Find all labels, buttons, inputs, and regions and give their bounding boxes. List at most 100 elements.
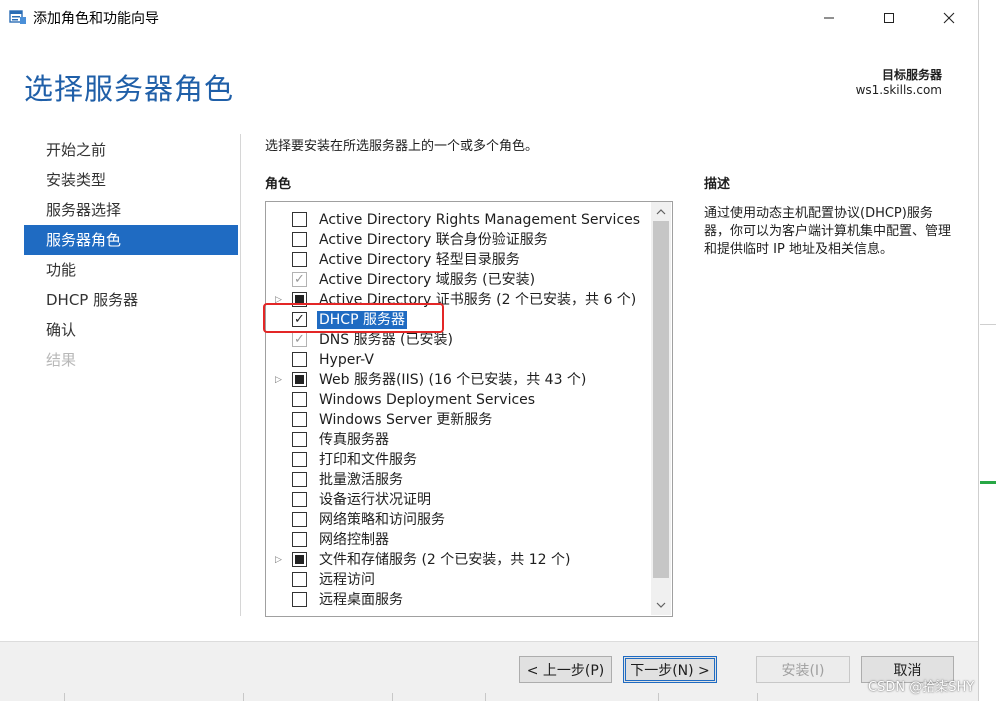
role-row[interactable]: Active Directory 联合身份验证服务 bbox=[266, 230, 650, 250]
role-checkbox[interactable] bbox=[292, 552, 307, 567]
minimize-button[interactable] bbox=[806, 0, 852, 36]
previous-button[interactable]: < 上一步(P) bbox=[519, 656, 612, 683]
background-strip bbox=[979, 0, 996, 701]
checkmark-icon: ✓ bbox=[294, 332, 305, 347]
role-checkbox[interactable]: ✓ bbox=[292, 332, 307, 347]
edge-tick bbox=[64, 693, 65, 701]
next-button[interactable]: 下一步(N) > bbox=[623, 656, 717, 683]
maximize-button[interactable] bbox=[866, 0, 912, 36]
role-row[interactable]: 远程访问 bbox=[266, 570, 650, 590]
role-row[interactable]: Windows Deployment Services bbox=[266, 390, 650, 410]
edge-tick bbox=[658, 693, 659, 701]
role-checkbox[interactable] bbox=[292, 452, 307, 467]
role-label[interactable]: 文件和存储服务 (2 个已安装，共 12 个) bbox=[319, 551, 570, 569]
window-title: 添加角色和功能向导 bbox=[33, 11, 159, 27]
scroll-down-button[interactable] bbox=[651, 597, 671, 613]
role-label[interactable]: 远程桌面服务 bbox=[319, 591, 403, 609]
minimize-icon bbox=[824, 17, 834, 19]
role-row[interactable]: 批量激活服务 bbox=[266, 470, 650, 490]
role-checkbox[interactable] bbox=[292, 512, 307, 527]
role-label[interactable]: 设备运行状况证明 bbox=[319, 491, 431, 509]
role-label[interactable]: Active Directory 联合身份验证服务 bbox=[319, 231, 548, 249]
nav-item-5[interactable]: 功能 bbox=[24, 255, 238, 285]
partial-check-icon bbox=[295, 375, 304, 384]
roles-header: 角色 bbox=[265, 177, 292, 192]
role-checkbox[interactable] bbox=[292, 392, 307, 407]
role-label[interactable]: 打印和文件服务 bbox=[319, 451, 417, 469]
maximize-icon bbox=[884, 13, 894, 23]
background-line bbox=[980, 324, 996, 325]
role-label[interactable]: Windows Server 更新服务 bbox=[319, 411, 492, 429]
role-label[interactable]: 远程访问 bbox=[319, 571, 375, 589]
target-server-name: ws1.skills.com bbox=[855, 83, 942, 97]
role-row[interactable]: Windows Server 更新服务 bbox=[266, 410, 650, 430]
chevron-up-icon bbox=[656, 209, 666, 215]
role-label[interactable]: Active Directory 轻型目录服务 bbox=[319, 251, 520, 269]
nav-item-1[interactable]: 开始之前 bbox=[24, 135, 238, 165]
scroll-up-button[interactable] bbox=[651, 204, 671, 220]
nav-item-4[interactable]: 服务器角色 bbox=[24, 225, 238, 255]
nav-item-6[interactable]: DHCP 服务器 bbox=[24, 285, 238, 315]
role-checkbox[interactable]: ✓ bbox=[292, 272, 307, 287]
role-label[interactable]: 网络控制器 bbox=[319, 531, 389, 549]
role-row[interactable]: ✓ DNS 服务器 (已安装) bbox=[266, 330, 650, 350]
edge-tick bbox=[485, 693, 486, 701]
role-checkbox[interactable] bbox=[292, 352, 307, 367]
chevron-down-icon bbox=[656, 602, 666, 608]
role-checkbox[interactable] bbox=[292, 472, 307, 487]
role-row[interactable]: Active Directory Rights Management Servi… bbox=[266, 210, 650, 230]
role-label[interactable]: DNS 服务器 (已安装) bbox=[319, 331, 453, 349]
role-row[interactable]: Active Directory 轻型目录服务 bbox=[266, 250, 650, 270]
expand-arrow-icon[interactable]: ▷ bbox=[275, 554, 285, 566]
role-row[interactable]: ✓ Active Directory 域服务 (已安装) bbox=[266, 270, 650, 290]
role-checkbox[interactable] bbox=[292, 572, 307, 587]
description-text: 通过使用动态主机配置协议(DHCP)服务器，你可以为客户端计算机集中配置、管理和… bbox=[704, 206, 952, 257]
nav-item-7[interactable]: 确认 bbox=[24, 315, 238, 345]
edge-tick bbox=[243, 693, 244, 701]
role-checkbox[interactable] bbox=[292, 432, 307, 447]
role-label[interactable]: 网络策略和访问服务 bbox=[319, 511, 445, 529]
role-row[interactable]: 传真服务器 bbox=[266, 430, 650, 450]
checkmark-icon: ✓ bbox=[294, 272, 305, 287]
role-row[interactable]: 网络策略和访问服务 bbox=[266, 510, 650, 530]
role-checkbox[interactable] bbox=[292, 212, 307, 227]
close-button[interactable] bbox=[926, 0, 972, 36]
edge-tick bbox=[757, 693, 758, 701]
wizard-app-icon bbox=[9, 9, 27, 25]
role-label[interactable]: Hyper-V bbox=[319, 351, 374, 369]
role-row[interactable]: 远程桌面服务 bbox=[266, 590, 650, 610]
role-row[interactable]: 设备运行状况证明 bbox=[266, 490, 650, 510]
role-checkbox[interactable] bbox=[292, 412, 307, 427]
expand-arrow-icon[interactable]: ▷ bbox=[275, 374, 285, 386]
background-green-line bbox=[980, 481, 996, 484]
nav-item-2[interactable]: 安装类型 bbox=[24, 165, 238, 195]
role-checkbox[interactable] bbox=[292, 252, 307, 267]
close-icon bbox=[943, 12, 955, 24]
scrollbar-thumb[interactable] bbox=[653, 221, 669, 578]
role-checkbox[interactable] bbox=[292, 232, 307, 247]
role-label[interactable]: Active Directory 域服务 (已安装) bbox=[319, 271, 535, 289]
role-row[interactable]: Hyper-V bbox=[266, 350, 650, 370]
role-label[interactable]: Active Directory Rights Management Servi… bbox=[319, 211, 640, 229]
nav-item-3[interactable]: 服务器选择 bbox=[24, 195, 238, 225]
role-row[interactable]: 网络控制器 bbox=[266, 530, 650, 550]
role-checkbox[interactable] bbox=[292, 532, 307, 547]
role-checkbox[interactable] bbox=[292, 492, 307, 507]
red-highlight-annotation bbox=[263, 303, 444, 333]
role-label[interactable]: Windows Deployment Services bbox=[319, 391, 535, 409]
role-checkbox[interactable] bbox=[292, 372, 307, 387]
role-row[interactable]: ▷ Web 服务器(IIS) (16 个已安装，共 43 个) bbox=[266, 370, 650, 390]
role-row[interactable]: ▷ 文件和存储服务 (2 个已安装，共 12 个) bbox=[266, 550, 650, 570]
target-server-label: 目标服务器 bbox=[881, 68, 942, 82]
role-checkbox[interactable] bbox=[292, 592, 307, 607]
install-button[interactable]: 安装(I) bbox=[756, 656, 850, 683]
edge-tick bbox=[392, 693, 393, 701]
watermark-text: CSDN @拾柒SHY bbox=[868, 680, 975, 695]
role-row[interactable]: 打印和文件服务 bbox=[266, 450, 650, 470]
role-label[interactable]: Web 服务器(IIS) (16 个已安装，共 43 个) bbox=[319, 371, 586, 389]
description-header: 描述 bbox=[704, 177, 731, 192]
roles-list[interactable]: Active Directory Rights Management Servi… bbox=[265, 201, 673, 617]
role-label[interactable]: 批量激活服务 bbox=[319, 471, 403, 489]
instruction-text: 选择要安装在所选服务器上的一个或多个角色。 bbox=[265, 139, 539, 154]
role-label[interactable]: 传真服务器 bbox=[319, 431, 389, 449]
